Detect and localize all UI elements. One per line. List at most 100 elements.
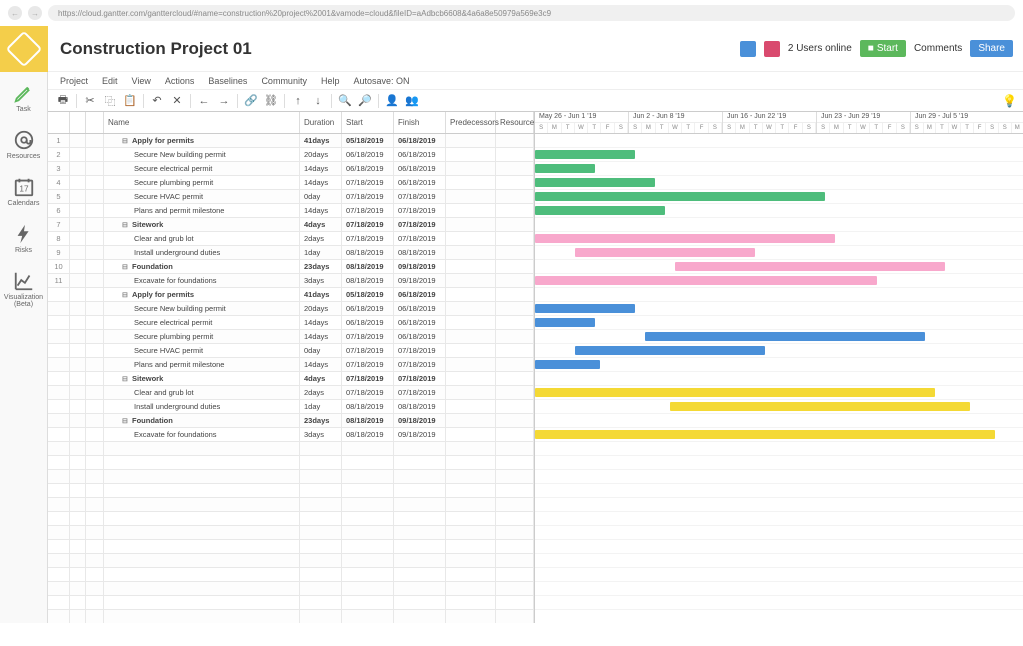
menu-baselines[interactable]: Baselines bbox=[208, 76, 247, 86]
indent-button[interactable]: → bbox=[215, 92, 233, 110]
task-res[interactable] bbox=[496, 358, 534, 371]
task-res[interactable] bbox=[496, 260, 534, 273]
task-duration[interactable]: 4days bbox=[300, 218, 342, 231]
task-name[interactable]: Install underground duties bbox=[104, 400, 300, 413]
gantt-bar[interactable] bbox=[535, 276, 877, 285]
gantt-bar[interactable] bbox=[670, 402, 970, 411]
task-res[interactable] bbox=[496, 386, 534, 399]
gantt-row[interactable] bbox=[535, 554, 1023, 568]
gantt-chart[interactable]: May 26 - Jun 1 '19SMTWTFSJun 2 - Jun 8 '… bbox=[535, 112, 1023, 623]
task-start[interactable]: 08/18/2019 bbox=[342, 414, 394, 427]
gantt-bar[interactable] bbox=[535, 164, 595, 173]
task-pred[interactable] bbox=[446, 246, 496, 259]
gantt-bar[interactable] bbox=[645, 332, 925, 341]
task-finish[interactable]: 08/18/2019 bbox=[394, 400, 446, 413]
task-name[interactable]: Plans and permit milestone bbox=[104, 204, 300, 217]
task-pred[interactable] bbox=[446, 414, 496, 427]
task-finish[interactable]: 09/18/2019 bbox=[394, 274, 446, 287]
task-pred[interactable] bbox=[446, 260, 496, 273]
table-row[interactable]: 1⊟Apply for permits41days05/18/201906/18… bbox=[48, 134, 534, 148]
gantt-row[interactable] bbox=[535, 414, 1023, 428]
outdent-button[interactable]: ← bbox=[195, 92, 213, 110]
task-duration[interactable]: 2days bbox=[300, 386, 342, 399]
table-row[interactable] bbox=[48, 512, 534, 526]
link-button[interactable]: 🔗 bbox=[242, 92, 260, 110]
gantt-row[interactable] bbox=[535, 246, 1023, 260]
back-button[interactable]: ← bbox=[8, 6, 22, 20]
task-finish[interactable]: 09/18/2019 bbox=[394, 428, 446, 441]
task-start[interactable]: 06/18/2019 bbox=[342, 148, 394, 161]
gantt-bar[interactable] bbox=[535, 430, 995, 439]
task-start[interactable]: 05/18/2019 bbox=[342, 288, 394, 301]
sidebar-item-visualization[interactable]: Visualization (Beta) bbox=[0, 260, 48, 314]
gantt-row[interactable] bbox=[535, 190, 1023, 204]
gantt-row[interactable] bbox=[535, 386, 1023, 400]
gantt-bar[interactable] bbox=[535, 192, 825, 201]
task-duration[interactable]: 14days bbox=[300, 316, 342, 329]
task-start[interactable]: 07/18/2019 bbox=[342, 204, 394, 217]
task-duration[interactable]: 41days bbox=[300, 134, 342, 147]
move-down-button[interactable]: ↓ bbox=[309, 92, 327, 110]
table-row[interactable]: 5Secure HVAC permit0day07/18/201907/18/2… bbox=[48, 190, 534, 204]
task-name[interactable]: ⊟Foundation bbox=[104, 414, 300, 427]
table-row[interactable] bbox=[48, 540, 534, 554]
paste-button[interactable]: 📋 bbox=[121, 92, 139, 110]
task-start[interactable]: 08/18/2019 bbox=[342, 260, 394, 273]
url-bar[interactable]: https://cloud.gantter.com/ganttercloud/#… bbox=[48, 5, 1015, 21]
table-row[interactable]: Secure HVAC permit0day07/18/201907/18/20… bbox=[48, 344, 534, 358]
task-pred[interactable] bbox=[446, 176, 496, 189]
gantt-bar[interactable] bbox=[535, 304, 635, 313]
task-res[interactable] bbox=[496, 218, 534, 231]
task-pred[interactable] bbox=[446, 288, 496, 301]
table-row[interactable] bbox=[48, 456, 534, 470]
gantt-bar[interactable] bbox=[535, 318, 595, 327]
gantt-row[interactable] bbox=[535, 428, 1023, 442]
menu-actions[interactable]: Actions bbox=[165, 76, 195, 86]
gantt-row[interactable] bbox=[535, 330, 1023, 344]
task-pred[interactable] bbox=[446, 134, 496, 147]
task-pred[interactable] bbox=[446, 274, 496, 287]
task-res[interactable] bbox=[496, 274, 534, 287]
task-finish[interactable]: 06/18/2019 bbox=[394, 162, 446, 175]
gantt-row[interactable] bbox=[535, 484, 1023, 498]
task-name[interactable]: ⊟Sitework bbox=[104, 372, 300, 385]
task-duration[interactable]: 14days bbox=[300, 330, 342, 343]
task-name[interactable]: Clear and grub lot bbox=[104, 232, 300, 245]
task-name[interactable]: Secure electrical permit bbox=[104, 316, 300, 329]
task-finish[interactable]: 07/18/2019 bbox=[394, 218, 446, 231]
menu-help[interactable]: Help bbox=[321, 76, 340, 86]
task-res[interactable] bbox=[496, 162, 534, 175]
task-pred[interactable] bbox=[446, 302, 496, 315]
task-finish[interactable]: 07/18/2019 bbox=[394, 232, 446, 245]
gantt-bar[interactable] bbox=[535, 178, 655, 187]
task-finish[interactable]: 06/18/2019 bbox=[394, 148, 446, 161]
gantt-row[interactable] bbox=[535, 456, 1023, 470]
task-duration[interactable]: 3days bbox=[300, 428, 342, 441]
zoom-out-button[interactable]: 🔎 bbox=[356, 92, 374, 110]
share-button[interactable]: Share bbox=[970, 40, 1013, 57]
table-row[interactable]: Excavate for foundations3days08/18/20190… bbox=[48, 428, 534, 442]
gantt-bar[interactable] bbox=[535, 206, 665, 215]
task-start[interactable]: 07/18/2019 bbox=[342, 176, 394, 189]
table-row[interactable] bbox=[48, 470, 534, 484]
task-name[interactable]: Secure plumbing permit bbox=[104, 176, 300, 189]
task-res[interactable] bbox=[496, 246, 534, 259]
task-name[interactable]: Secure New building permit bbox=[104, 302, 300, 315]
gantt-row[interactable] bbox=[535, 372, 1023, 386]
gantt-bar[interactable] bbox=[675, 262, 945, 271]
table-row[interactable] bbox=[48, 498, 534, 512]
task-start[interactable]: 07/18/2019 bbox=[342, 372, 394, 385]
gantt-row[interactable] bbox=[535, 162, 1023, 176]
gantt-row[interactable] bbox=[535, 540, 1023, 554]
gantt-bar[interactable] bbox=[535, 360, 600, 369]
avatar[interactable] bbox=[740, 41, 756, 57]
table-row[interactable]: 9Install underground duties1day08/18/201… bbox=[48, 246, 534, 260]
task-name[interactable]: Excavate for foundations bbox=[104, 428, 300, 441]
gantt-bar[interactable] bbox=[535, 150, 635, 159]
gantt-row[interactable] bbox=[535, 582, 1023, 596]
task-res[interactable] bbox=[496, 134, 534, 147]
task-pred[interactable] bbox=[446, 386, 496, 399]
task-duration[interactable]: 23days bbox=[300, 414, 342, 427]
task-res[interactable] bbox=[496, 316, 534, 329]
resource-button[interactable]: 👤 bbox=[383, 92, 401, 110]
